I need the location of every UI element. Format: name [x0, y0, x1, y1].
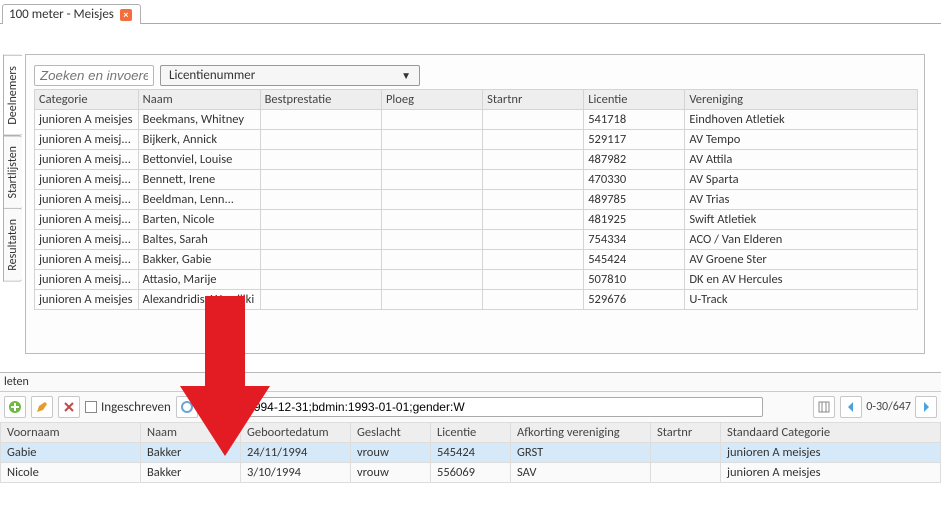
- search-input[interactable]: [34, 65, 154, 86]
- table-row[interactable]: junioren A meisjesBeekmans, Whitney54171…: [35, 110, 918, 130]
- filter-input[interactable]: [203, 397, 763, 417]
- table-row[interactable]: junioren A meisj...Bennett, Irene470330A…: [35, 170, 918, 190]
- search-mode-dropdown[interactable]: Licentienummer ▼: [160, 65, 420, 86]
- col-ploeg[interactable]: Ploeg: [381, 90, 482, 110]
- delete-button[interactable]: [58, 396, 80, 418]
- participants-table: Categorie Naam Bestprestatie Ploeg Start…: [34, 89, 918, 310]
- table-row[interactable]: junioren A meisjesAlexandridis, Wassilik…: [35, 290, 918, 310]
- table-row[interactable]: GabieBakker24/11/1994vrouw545424GRSTjuni…: [1, 443, 941, 463]
- chevron-down-icon: ▼: [401, 69, 411, 82]
- table-row[interactable]: junioren A meisj...Barten, Nicole481925S…: [35, 210, 918, 230]
- add-button[interactable]: [4, 396, 26, 418]
- columns-button[interactable]: [813, 396, 835, 418]
- lcol-geb[interactable]: Geboortedatum: [241, 423, 351, 443]
- lcol-startnr[interactable]: Startnr: [651, 423, 721, 443]
- table-row[interactable]: junioren A meisj...Baltes, Sarah754334AC…: [35, 230, 918, 250]
- lcol-geslacht[interactable]: Geslacht: [351, 423, 431, 443]
- pager-next[interactable]: [915, 396, 937, 418]
- ingeschreven-checkbox[interactable]: Ingeschreven: [85, 400, 171, 415]
- tab-resultaten[interactable]: Resultaten: [3, 208, 22, 282]
- tab-deelnemers[interactable]: Deelnemers: [3, 55, 23, 136]
- col-naam[interactable]: Naam: [138, 90, 260, 110]
- dropdown-value: Licentienummer: [169, 68, 255, 83]
- col-vereniging[interactable]: Vereniging: [685, 90, 918, 110]
- lcol-licentie[interactable]: Licentie: [431, 423, 511, 443]
- table-row[interactable]: junioren A meisj...Bijkerk, Annick529117…: [35, 130, 918, 150]
- table-row[interactable]: junioren A meisj...Beeldman, Lenn...4897…: [35, 190, 918, 210]
- lcol-naam[interactable]: Naam: [141, 423, 241, 443]
- lower-panel-title: leten: [0, 373, 941, 392]
- participants-panel: Deelnemers Startlijsten Resultaten Licen…: [25, 54, 925, 354]
- col-categorie[interactable]: Categorie: [35, 90, 139, 110]
- tab-startlijsten[interactable]: Startlijsten: [3, 135, 22, 209]
- table-row[interactable]: junioren A meisj...Attasio, Marije507810…: [35, 270, 918, 290]
- lcol-afk[interactable]: Afkorting vereniging: [511, 423, 651, 443]
- col-licentie[interactable]: Licentie: [584, 90, 685, 110]
- col-bestprestatie[interactable]: Bestprestatie: [260, 90, 381, 110]
- table-row[interactable]: junioren A meisj...Bakker, Gabie545424AV…: [35, 250, 918, 270]
- event-tab[interactable]: 100 meter - Meisjes ×: [2, 4, 141, 24]
- athletes-table: Voornaam Naam Geboortedatum Geslacht Lic…: [0, 422, 941, 483]
- table-row[interactable]: junioren A meisj...Bettonviel, Louise487…: [35, 150, 918, 170]
- close-icon[interactable]: ×: [120, 9, 132, 21]
- filter-button[interactable]: [176, 396, 198, 418]
- edit-button[interactable]: [31, 396, 53, 418]
- lcol-std[interactable]: Standaard Categorie: [721, 423, 941, 443]
- table-row[interactable]: NicoleBakker3/10/1994vrouw556069SAVjunio…: [1, 463, 941, 483]
- pager-prev[interactable]: [840, 396, 862, 418]
- col-startnr[interactable]: Startnr: [483, 90, 584, 110]
- pager-text: 0-30/647: [866, 400, 911, 414]
- lcol-voornaam[interactable]: Voornaam: [1, 423, 141, 443]
- tab-title: 100 meter - Meisjes: [9, 7, 114, 22]
